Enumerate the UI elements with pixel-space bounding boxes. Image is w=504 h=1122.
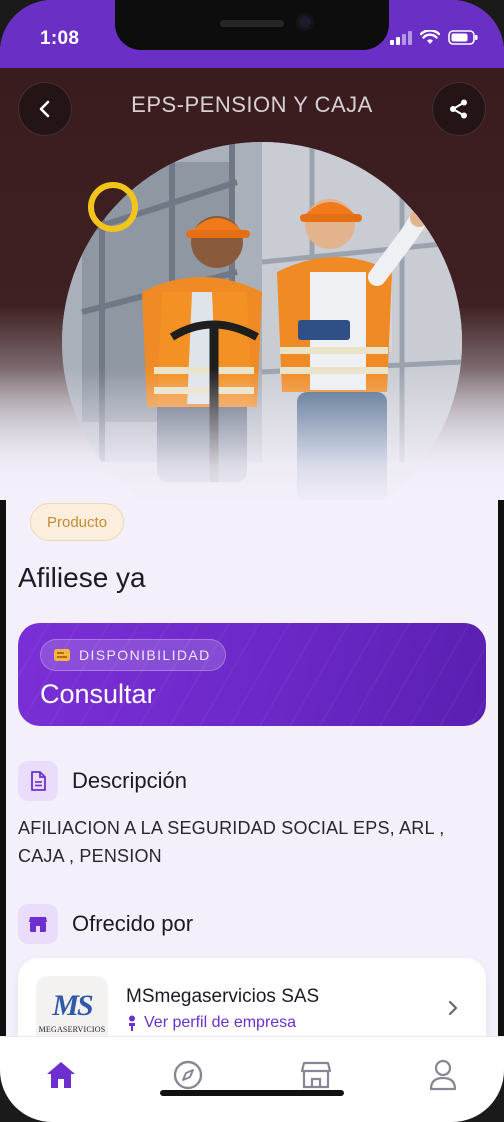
offered-by-icon-tile (18, 904, 58, 944)
nav-home[interactable] (41, 1055, 81, 1095)
description-header: Descripción (18, 761, 187, 801)
hero-fade-overlay (0, 368, 504, 500)
front-camera (296, 13, 314, 31)
offered-by-header: Ofrecido por (18, 904, 193, 944)
offered-by-heading: Ofrecido por (72, 911, 194, 936)
view-company-profile-link[interactable]: Ver perfil de empresa (126, 1014, 296, 1032)
nav-store[interactable] (296, 1055, 336, 1095)
availability-card[interactable]: DISPONIBILIDAD Consultar (18, 623, 486, 726)
speaker-grille (220, 20, 284, 27)
device-notch (115, 0, 389, 50)
wifi-icon (420, 30, 440, 44)
document-icon (31, 771, 46, 791)
description-text: AFILIACION A LA SEGURIDAD SOCIAL EPS, AR… (18, 818, 445, 866)
share-button[interactable] (432, 82, 486, 136)
phone-screen: 1:08 EPS-PENSION Y CAJA Producto Afilies… (0, 0, 504, 1122)
view-company-profile-label: Ver perfil de empresa (144, 1014, 297, 1031)
availability-chip: DISPONIBILIDAD (40, 639, 226, 671)
home-indicator[interactable] (160, 1090, 344, 1096)
chevron-right-icon (448, 1000, 458, 1016)
company-logo-caption: MEGASERVICIOS (38, 1024, 106, 1034)
status-bar: 1:08 (0, 0, 504, 68)
hero-banner: EPS-PENSION Y CAJA (0, 68, 504, 500)
bottom-navigation (0, 1036, 504, 1122)
home-icon (47, 1062, 75, 1088)
store-icon (29, 917, 47, 932)
availability-value: Consultar (40, 679, 156, 709)
battery-icon (448, 30, 478, 45)
nav-profile[interactable] (423, 1055, 463, 1095)
page-title: EPS-PENSION Y CAJA (131, 92, 373, 117)
description-heading: Descripción (72, 768, 187, 793)
company-name: MSmegaservicios SAS (126, 986, 320, 1007)
compass-icon (173, 1060, 203, 1090)
signal-icon (390, 30, 412, 45)
status-time: 1:08 (40, 28, 80, 49)
user-icon (429, 1059, 457, 1091)
store-icon (300, 1061, 332, 1089)
person-icon (129, 1015, 135, 1031)
tap-indicator (88, 182, 138, 232)
product-type-badge: Producto (30, 503, 125, 541)
share-icon (450, 99, 467, 119)
status-icons (390, 30, 478, 45)
nav-explore[interactable] (168, 1055, 208, 1095)
ticket-icon (54, 649, 70, 661)
company-logo-mark: MS (52, 988, 93, 1022)
description-icon-tile (18, 761, 58, 801)
availability-label: DISPONIBILIDAD (79, 647, 211, 663)
product-title: Afiliese ya (18, 562, 146, 593)
